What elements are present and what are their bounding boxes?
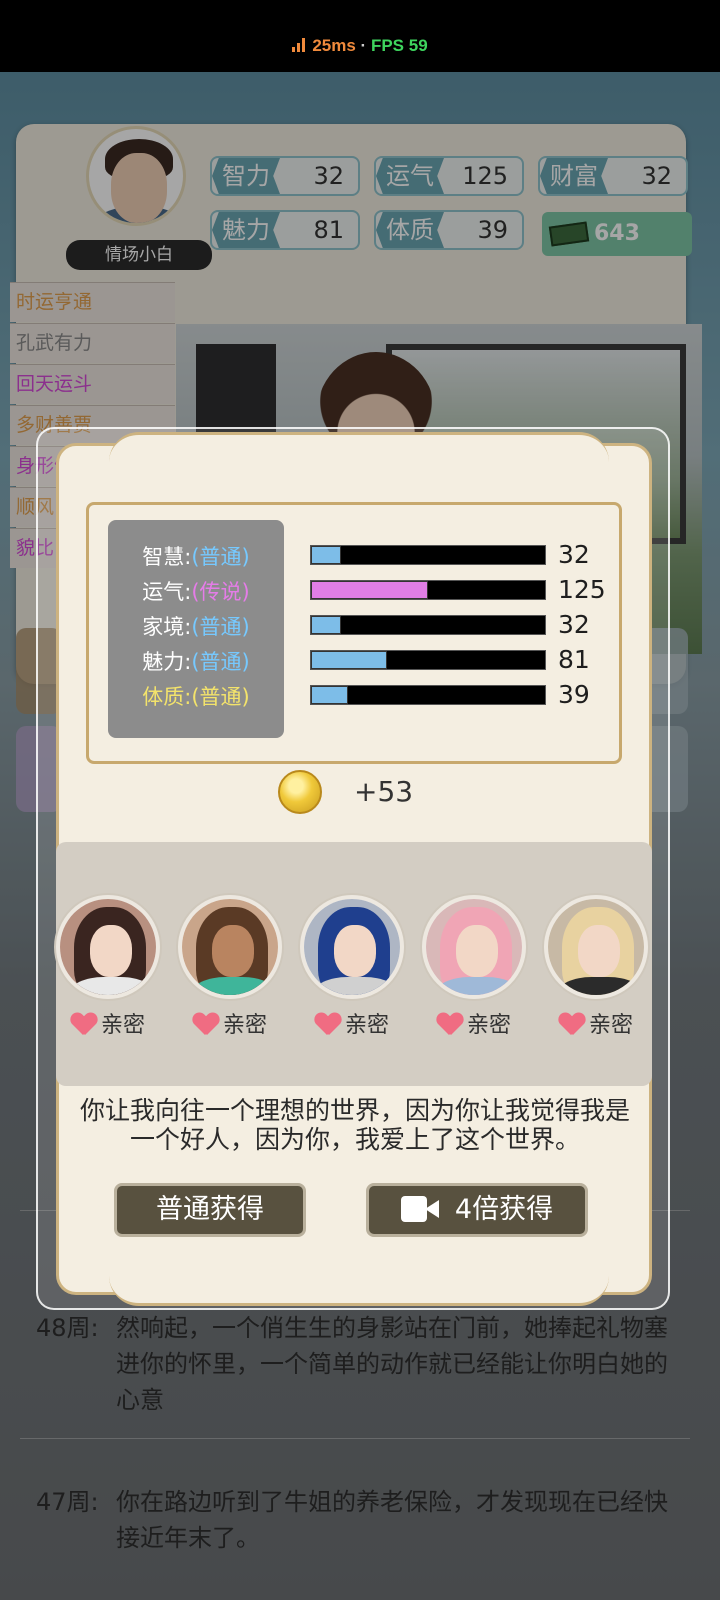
heart-icon	[437, 1013, 463, 1035]
heart-icon	[315, 1013, 341, 1035]
girl-avatar[interactable]	[422, 895, 526, 999]
stat-bar	[310, 580, 546, 600]
stat-label-luck: 运气:(传说)	[142, 580, 250, 604]
stat-label-physique: 体质:(普通)	[142, 685, 250, 709]
heart-icon	[193, 1013, 219, 1035]
stat-value: 125	[558, 575, 606, 604]
intimacy-tag: 亲密	[43, 1007, 173, 1039]
girl-avatar[interactable]	[544, 895, 648, 999]
stat-value: 39	[558, 680, 590, 709]
coin-icon	[278, 770, 322, 814]
video-claim-button[interactable]: 4倍获得	[366, 1183, 588, 1237]
girl-avatar[interactable]	[178, 895, 282, 999]
stat-label-family: 家境:(普通)	[142, 615, 250, 639]
heart-icon	[71, 1013, 97, 1035]
signal-icon	[292, 38, 308, 52]
intimacy-tag: 亲密	[165, 1007, 295, 1039]
stat-bar	[310, 615, 546, 635]
intimacy-tag: 亲密	[531, 1007, 661, 1039]
heart-icon	[559, 1013, 585, 1035]
network-indicator: 25ms · FPS 59	[0, 36, 720, 56]
normal-claim-button[interactable]: 普通获得	[114, 1183, 306, 1237]
intimacy-tag: 亲密	[409, 1007, 539, 1039]
coin-gain: +53	[354, 775, 414, 808]
intimacy-tag: 亲密	[287, 1007, 417, 1039]
stat-value: 32	[558, 610, 590, 639]
video-camera-icon	[400, 1196, 441, 1222]
stat-value: 32	[558, 540, 590, 569]
story-text: 你让我向往一个理想的世界，因为你让我觉得我是一个好人，因为你，我爱上了这个世界。	[79, 1096, 630, 1154]
girl-avatar[interactable]	[300, 895, 404, 999]
stat-bar	[310, 685, 546, 705]
stat-bar	[310, 545, 546, 565]
stat-value: 81	[558, 645, 590, 674]
stat-bar	[310, 650, 546, 670]
girl-avatar[interactable]	[56, 895, 160, 999]
stat-label-charm: 魅力:(普通)	[142, 650, 250, 674]
stat-label-intelligence: 智慧:(普通)	[142, 545, 250, 569]
